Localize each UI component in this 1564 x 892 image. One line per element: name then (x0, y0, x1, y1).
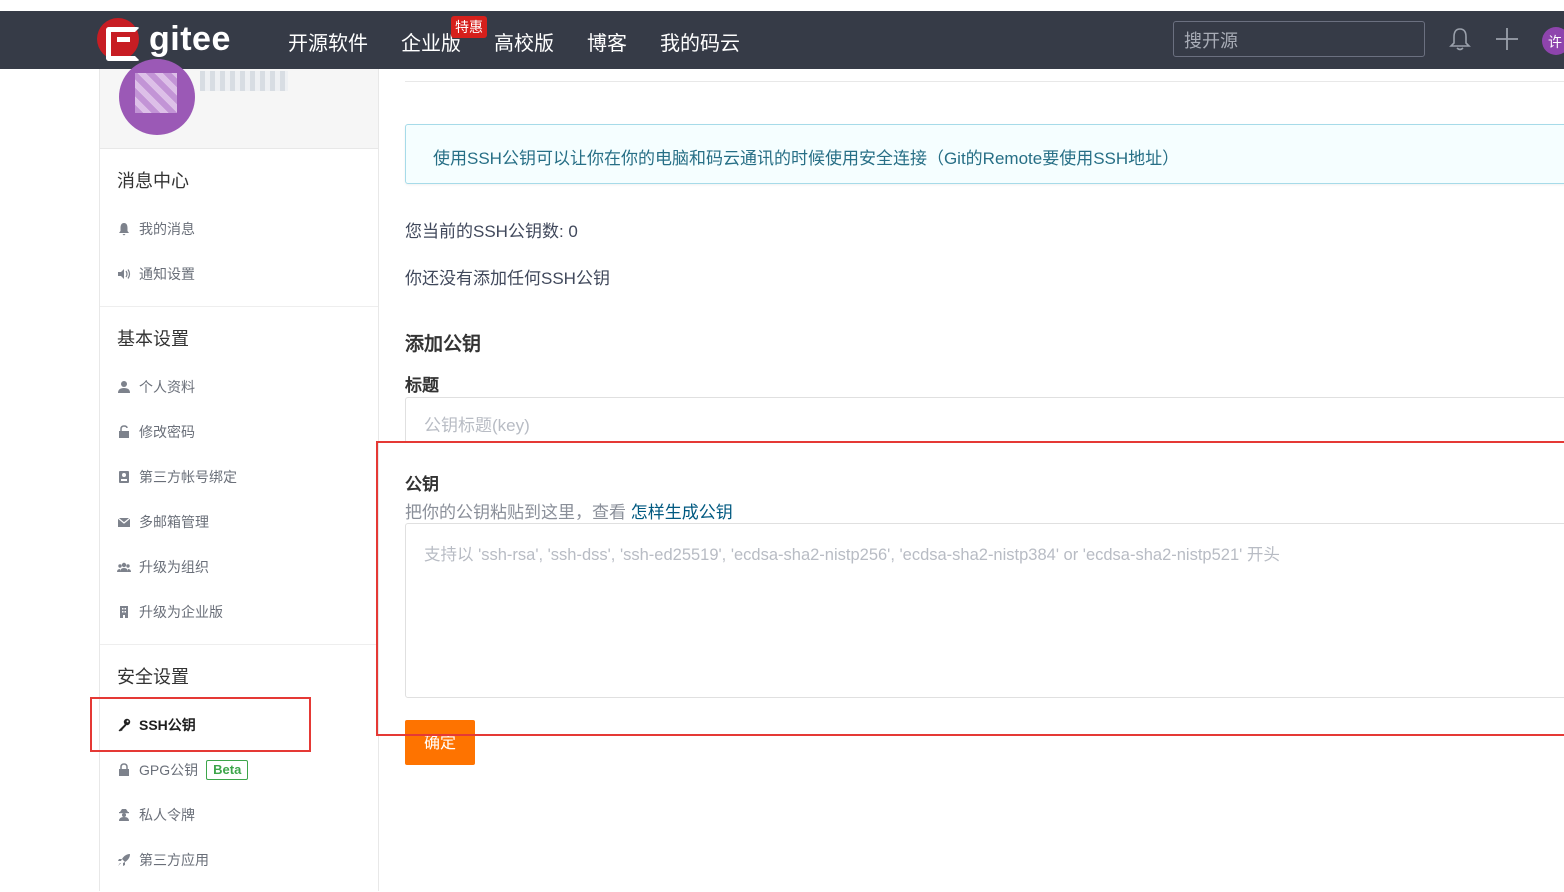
user-secret-icon (119, 808, 129, 821)
sidebar-item-label: 修改密码 (139, 423, 195, 440)
id-card-icon (119, 470, 129, 483)
sidebar-item-my-messages[interactable]: 我的消息 (100, 206, 378, 251)
logo-text: gitee (149, 19, 231, 58)
sidebar-item-label: 第三方帐号绑定 (139, 468, 237, 485)
group-security-settings: 安全设置 SSH公钥 GPG公钥 Beta 私人令牌 第三方应用 (100, 645, 378, 892)
sidebar-item-upgrade-enterprise[interactable]: 升级为企业版 (100, 589, 378, 634)
sidebar-item-label: 通知设置 (139, 265, 195, 282)
sidebar-item-gpg-keys[interactable]: GPG公钥 Beta (100, 747, 378, 792)
sidebar-item-label: 第三方应用 (139, 851, 209, 868)
bell-icon (119, 222, 129, 235)
title-label: 标题 (405, 376, 439, 395)
sidebar-item-third-party-apps[interactable]: 第三方应用 (100, 837, 378, 882)
profile-card (100, 59, 378, 149)
profile-avatar[interactable] (119, 59, 195, 135)
nav-my-gitee[interactable]: 我的码云 (660, 27, 740, 56)
group-title: 基本设置 (117, 329, 189, 349)
sidebar-item-label: 我的消息 (139, 220, 195, 237)
nav-blog[interactable]: 博客 (587, 27, 627, 56)
building-icon (120, 605, 128, 618)
highlight-frame-sidebar (90, 697, 311, 752)
plus-icon[interactable] (1494, 26, 1520, 52)
sidebar-item-label: 个人资料 (139, 378, 195, 395)
sidebar-item-label: 多邮箱管理 (139, 513, 209, 530)
group-title: 消息中心 (117, 171, 189, 191)
user-avatar[interactable]: 许 (1542, 27, 1564, 55)
gitee-logo-icon (97, 18, 140, 61)
group-messages: 消息中心 我的消息 通知设置 (100, 149, 378, 307)
nav-university[interactable]: 高校版 (494, 27, 554, 56)
group-title: 安全设置 (117, 667, 189, 687)
volume-icon (118, 268, 131, 279)
highlight-frame-key-form (376, 441, 1564, 736)
mail-icon (117, 517, 131, 527)
promo-badge: 特惠 (451, 16, 487, 38)
sidebar-item-label: GPG公钥 (139, 761, 199, 778)
group-basic-settings: 基本设置 个人资料 修改密码 第三方帐号绑定 多邮箱管理 升级为组织 升级为企业… (100, 307, 378, 645)
sidebar-item-label: 私人令牌 (139, 806, 195, 823)
sidebar-item-third-party-binding[interactable]: 第三方帐号绑定 (100, 454, 378, 499)
add-key-heading: 添加公钥 (405, 334, 482, 355)
gitee-logo[interactable]: gitee (97, 18, 231, 61)
lock-icon (119, 762, 129, 776)
sidebar-item-label: 升级为企业版 (139, 603, 223, 620)
sidebar-item-email-management[interactable]: 多邮箱管理 (100, 499, 378, 544)
unlock-icon (119, 424, 129, 438)
profile-name-blurred (200, 71, 288, 91)
ssh-key-count: 您当前的SSH公钥数: 0 (405, 222, 578, 241)
user-icon (118, 380, 130, 393)
nav-enterprise[interactable]: 企业版 特惠 (401, 16, 487, 56)
main-nav: 开源软件 企业版 特惠 高校版 博客 我的码云 (288, 16, 773, 56)
sidebar-item-private-tokens[interactable]: 私人令牌 (100, 792, 378, 837)
sidebar-item-change-password[interactable]: 修改密码 (100, 409, 378, 454)
top-navbar: gitee 开源软件 企业版 特惠 高校版 博客 我的码云 搜开源 许 (0, 11, 1564, 69)
sidebar-item-upgrade-organization[interactable]: 升级为组织 (100, 544, 378, 589)
rocket-icon (118, 853, 130, 866)
sidebar-item-profile[interactable]: 个人资料 (100, 364, 378, 409)
title-divider (405, 81, 1564, 82)
bell-icon[interactable] (1447, 26, 1473, 52)
info-message: 使用SSH公钥可以让你在你的电脑和码云通讯的时候使用安全连接（Git的Remot… (405, 124, 1564, 184)
users-icon (117, 562, 131, 572)
sidebar-item-label: 升级为组织 (139, 558, 209, 575)
key-title-input[interactable]: 公钥标题(key) (405, 397, 1564, 443)
beta-badge: Beta (206, 759, 249, 780)
empty-state-text: 你还没有添加任何SSH公钥 (405, 269, 610, 288)
search-input[interactable]: 搜开源 (1173, 21, 1425, 57)
nav-open-source[interactable]: 开源软件 (288, 27, 368, 56)
sidebar-item-notification-settings[interactable]: 通知设置 (100, 251, 378, 296)
settings-sidebar: 消息中心 我的消息 通知设置 基本设置 个人资料 修改密码 第三方帐号绑定 多邮… (99, 59, 379, 892)
